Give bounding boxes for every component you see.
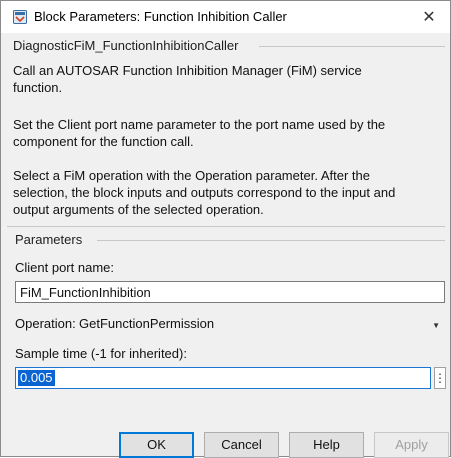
- block-parameters-dialog: Block Parameters: Function Inhibition Ca…: [0, 0, 451, 458]
- description-paragraph-3: Select a FiM operation with the Operatio…: [13, 167, 443, 218]
- description-line: Call an AUTOSAR Function Inhibition Mana…: [13, 63, 362, 78]
- dropdown-caret-icon: ▼: [432, 321, 440, 330]
- simulink-block-icon: [13, 10, 27, 24]
- sample-time-input[interactable]: 0.005: [15, 367, 431, 389]
- description-line: function.: [13, 80, 63, 95]
- description-line: Select a FiM operation with the Operatio…: [13, 168, 370, 183]
- ok-button[interactable]: OK: [119, 432, 194, 458]
- window-title: Block Parameters: Function Inhibition Ca…: [34, 9, 287, 24]
- close-button[interactable]: ✕: [408, 1, 450, 33]
- sample-time-label: Sample time (-1 for inherited):: [15, 346, 187, 361]
- description-line: component for the function call.: [13, 134, 194, 149]
- description-line: selection, the block inputs and outputs …: [13, 185, 396, 200]
- description-line: output arguments of the selected operati…: [13, 202, 264, 217]
- operation-label: Operation:: [15, 316, 76, 331]
- description-divider: [7, 226, 445, 227]
- apply-button[interactable]: Apply: [374, 432, 449, 458]
- description-line: Set the Client port name parameter to th…: [13, 117, 386, 132]
- operation-value: GetFunctionPermission: [79, 316, 215, 331]
- parameters-legend: Parameters: [15, 232, 83, 247]
- description-paragraph-2: Set the Client port name parameter to th…: [13, 116, 443, 150]
- block-group-divider: [259, 46, 445, 47]
- client-port-input[interactable]: FiM_FunctionInhibition: [15, 281, 445, 303]
- description-paragraph-1: Call an AUTOSAR Function Inhibition Mana…: [13, 62, 443, 96]
- help-button[interactable]: Help: [289, 432, 364, 458]
- cancel-button[interactable]: Cancel: [204, 432, 279, 458]
- more-options-icon: ⋮: [434, 371, 446, 385]
- sample-time-value: 0.005: [18, 370, 55, 386]
- title-bar[interactable]: Block Parameters: Function Inhibition Ca…: [1, 1, 450, 33]
- client-port-label: Client port name:: [15, 260, 114, 275]
- block-name-heading: DiagnosticFiM_FunctionInhibitionCaller: [13, 38, 239, 53]
- sample-time-options-button[interactable]: ⋮: [434, 367, 446, 389]
- close-icon: ✕: [422, 9, 436, 26]
- operation-dropdown[interactable]: GetFunctionPermission ▼: [76, 314, 446, 334]
- parameters-group-divider: [97, 240, 445, 241]
